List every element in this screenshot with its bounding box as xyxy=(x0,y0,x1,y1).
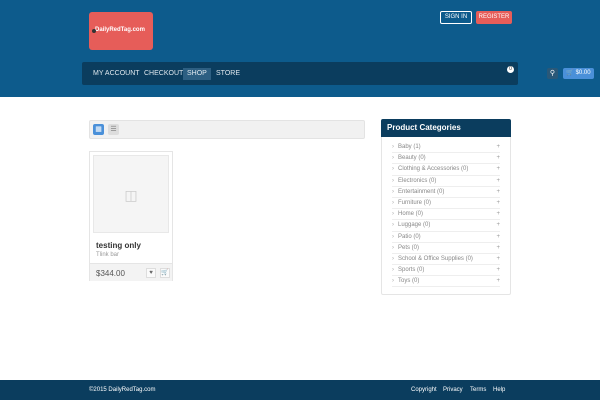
category-label[interactable]: School & Office Supplies (0) xyxy=(398,256,473,262)
footer-link-privacy[interactable]: Privacy xyxy=(443,387,463,393)
add-to-cart-icon[interactable]: 🛒 xyxy=(160,268,170,278)
category-item[interactable]: Toys (0) + xyxy=(392,276,500,288)
sign-in-button[interactable]: SIGN IN xyxy=(440,11,472,24)
cart-button[interactable]: 🛒 $0.00 xyxy=(563,68,594,79)
expand-plus-icon[interactable]: + xyxy=(496,209,500,220)
image-placeholder-icon[interactable]: ◫ xyxy=(93,155,169,233)
category-item[interactable]: Beauty (0) + xyxy=(392,153,500,165)
category-item[interactable]: School & Office Supplies (0) + xyxy=(392,254,500,266)
footer-link-copyright[interactable]: Copyright xyxy=(411,387,437,393)
register-button[interactable]: REGISTER xyxy=(476,11,512,24)
category-label[interactable]: Electronics (0) xyxy=(398,178,436,184)
category-label[interactable]: Toys (0) xyxy=(398,278,419,284)
main-nav: MY ACCOUNT CHECKOUT SHOP STORE ⚲ 🛒 $0.00 xyxy=(82,62,594,85)
cart-count-badge: 0 xyxy=(507,66,514,73)
expand-plus-icon[interactable]: + xyxy=(496,243,500,254)
category-item[interactable]: Sports (0) + xyxy=(392,265,500,277)
expand-plus-icon[interactable]: + xyxy=(496,276,500,287)
category-item[interactable]: Entertainment (0) + xyxy=(392,187,500,198)
expand-plus-icon[interactable]: + xyxy=(496,254,500,265)
cart-total: $0.00 xyxy=(575,70,591,76)
sidebar-title: Product Categories xyxy=(381,119,511,137)
expand-plus-icon[interactable]: + xyxy=(496,164,500,175)
footer-copyright: ©2015 DailyRedTag.com xyxy=(89,387,156,393)
search-icon[interactable]: ⚲ xyxy=(547,68,558,79)
footer-link-terms[interactable]: Terms xyxy=(470,387,486,393)
category-item[interactable]: Clothing & Accessories (0) + xyxy=(392,164,500,176)
category-label[interactable]: Clothing & Accessories (0) xyxy=(398,166,468,172)
expand-plus-icon[interactable]: + xyxy=(496,232,500,243)
nav-shop[interactable]: SHOP xyxy=(183,68,211,80)
category-item[interactable]: Pets (0) + xyxy=(392,243,500,254)
expand-plus-icon[interactable]: + xyxy=(496,198,500,209)
expand-plus-icon[interactable]: + xyxy=(496,187,500,198)
view-toolbar: ▦ ☰ xyxy=(89,120,365,139)
grid-view-icon[interactable]: ▦ xyxy=(93,124,104,135)
category-label[interactable]: Luggage (0) xyxy=(398,222,430,228)
category-item[interactable]: Baby (1) + xyxy=(392,142,500,154)
expand-plus-icon[interactable]: + xyxy=(496,142,500,153)
footer-link-help[interactable]: Help xyxy=(493,387,505,393)
expand-plus-icon[interactable]: + xyxy=(496,153,500,164)
expand-plus-icon[interactable]: + xyxy=(496,265,500,276)
category-item[interactable]: Home (0) + xyxy=(392,209,500,221)
nav-checkout[interactable]: CHECKOUT xyxy=(144,68,183,80)
product-categories-widget: Product Categories Baby (1)+Beauty (0)+C… xyxy=(381,119,511,295)
category-item[interactable]: Electronics (0) + xyxy=(392,176,500,187)
nav-my-account[interactable]: MY ACCOUNT xyxy=(93,68,140,80)
cart-icon: 🛒 xyxy=(566,70,574,76)
product-title[interactable]: testing only xyxy=(96,241,141,250)
category-label[interactable]: Entertainment (0) xyxy=(398,189,444,195)
category-item[interactable]: Patio (0) + xyxy=(392,232,500,243)
category-label[interactable]: Patio (0) xyxy=(398,234,421,240)
category-item[interactable]: Furniture (0) + xyxy=(392,198,500,210)
site-header: DailyRedTag.com SIGN IN REGISTER MY ACCO… xyxy=(0,0,600,97)
product-subtitle: Tlink bar xyxy=(96,252,120,258)
category-item[interactable]: Luggage (0) + xyxy=(392,220,500,232)
product-footer: $344.00 ♥ 🛒 xyxy=(90,263,172,281)
category-label[interactable]: Baby (1) xyxy=(398,144,421,150)
site-footer: ©2015 DailyRedTag.com Copyright Privacy … xyxy=(0,380,600,400)
category-label[interactable]: Home (0) xyxy=(398,211,423,217)
list-view-icon[interactable]: ☰ xyxy=(108,124,119,135)
category-label[interactable]: Sports (0) xyxy=(398,267,424,273)
expand-plus-icon[interactable]: + xyxy=(496,220,500,231)
product-card[interactable]: ◫ testing only Tlink bar $344.00 ♥ 🛒 xyxy=(89,151,173,281)
category-label[interactable]: Beauty (0) xyxy=(398,155,426,161)
wishlist-heart-icon[interactable]: ♥ xyxy=(146,268,156,278)
expand-plus-icon[interactable]: + xyxy=(496,176,500,187)
category-label[interactable]: Furniture (0) xyxy=(398,200,431,206)
category-label[interactable]: Pets (0) xyxy=(398,245,419,251)
nav-store[interactable]: STORE xyxy=(216,68,240,80)
product-price: $344.00 xyxy=(96,269,125,278)
logo[interactable]: DailyRedTag.com xyxy=(89,12,153,50)
